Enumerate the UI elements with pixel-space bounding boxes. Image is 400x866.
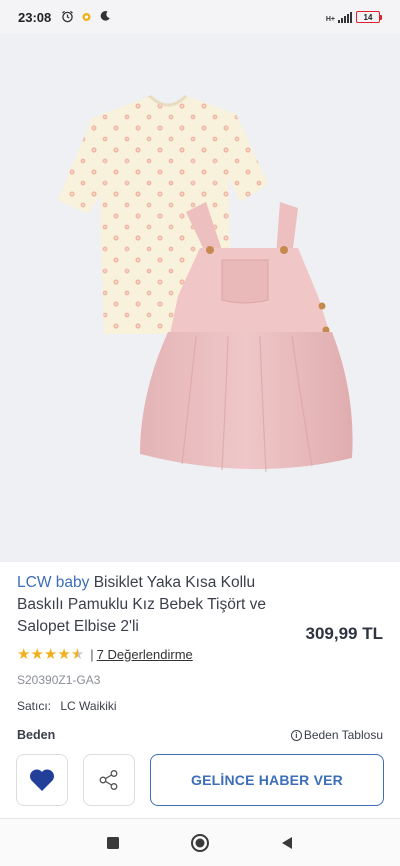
- back-icon: [281, 836, 292, 849]
- action-bar: GELİNCE HABER VER: [16, 754, 384, 806]
- share-button[interactable]: [83, 754, 135, 806]
- home-button[interactable]: [188, 831, 212, 855]
- rating-row: ★ ★ ★ ★ ★ | 7 Değerlendirme: [17, 644, 383, 664]
- product-sku: S20390Z1-GA3: [17, 673, 101, 687]
- product-image[interactable]: [0, 34, 400, 562]
- back-button[interactable]: [275, 831, 299, 855]
- size-row: Beden i Beden Tablosu: [17, 728, 383, 742]
- product-title: LCW baby Bisiklet Yaka Kısa Kollu Baskıl…: [17, 572, 282, 638]
- title-row: LCW baby Bisiklet Yaka Kısa Kollu Baskıl…: [17, 572, 383, 644]
- seller-row: Satıcı: LC Waikiki: [17, 699, 383, 713]
- reviews-link[interactable]: 7 Değerlendirme: [97, 647, 193, 662]
- favorite-button[interactable]: [16, 754, 68, 806]
- star-icon: ★: [57, 645, 71, 663]
- circle-icon: [190, 833, 209, 852]
- rating-separator: |: [90, 646, 94, 662]
- notification-icon: [81, 10, 92, 25]
- size-chart-label: Beden Tablosu: [303, 728, 383, 742]
- status-bar: 23:08 H+ 14: [0, 0, 400, 34]
- star-icon: ★: [30, 645, 44, 663]
- share-icon: [99, 770, 118, 790]
- product-info: LCW baby Bisiklet Yaka Kısa Kollu Baskıl…: [17, 572, 383, 713]
- seller-label: Satıcı:: [17, 699, 52, 713]
- size-chart-link[interactable]: i Beden Tablosu: [290, 728, 383, 742]
- size-label: Beden: [17, 728, 56, 742]
- system-nav-bar: [0, 819, 400, 866]
- battery-level: 14: [356, 11, 380, 23]
- brand-name[interactable]: LCW baby: [17, 574, 89, 591]
- battery-icon: 14: [356, 11, 382, 23]
- star-icon: ★: [43, 645, 58, 663]
- star-icon: ★: [17, 645, 31, 663]
- recents-button[interactable]: [101, 831, 125, 855]
- signal-icon: H+: [325, 11, 352, 23]
- rating-stars: ★ ★ ★ ★ ★: [17, 647, 84, 662]
- notify-me-button[interactable]: GELİNCE HABER VER: [150, 754, 384, 806]
- square-icon: [107, 836, 120, 849]
- product-price: 309,99 TL: [305, 624, 384, 643]
- info-icon: i: [290, 729, 302, 741]
- status-right: H+ 14: [326, 11, 382, 23]
- status-icons: [61, 10, 111, 25]
- heart-icon: [29, 769, 55, 791]
- network-type: H+: [325, 15, 335, 23]
- star-half-icon: ★: [70, 645, 85, 663]
- seller-name[interactable]: LC Waikiki: [60, 699, 116, 713]
- status-time: 23:08: [18, 9, 52, 25]
- moon-icon: [99, 10, 111, 24]
- alarm-icon: [61, 10, 74, 25]
